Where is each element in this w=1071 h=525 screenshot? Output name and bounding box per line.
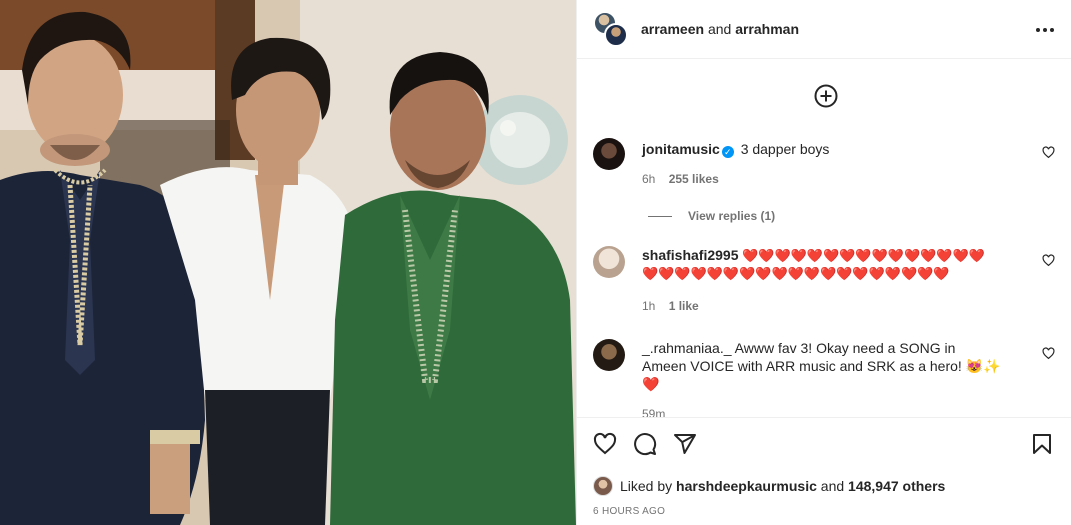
comment-text: _.rahmaniaa._ Awww fav 3! Okay need a SO… [642,339,1002,393]
comment-meta: 6h 255 likes [642,172,1053,186]
author-conjunction: and [707,21,732,37]
comment-username[interactable]: jonitamusic [642,141,720,157]
comment-time[interactable]: 1h [642,299,655,313]
post-actions: Liked by harshdeepkaurmusic and 148,947 … [577,417,1071,525]
avatar[interactable] [593,138,625,170]
like-heart-icon[interactable] [593,432,617,456]
collab-avatars[interactable] [593,11,629,47]
comment-message-line2: ❤️❤️❤️❤️❤️❤️❤️❤️❤️❤️❤️❤️❤️❤️❤️❤️❤️❤️❤️ [642,266,950,281]
verified-badge-icon: ✓ [721,146,734,158]
comment-text: shafishafi2995 ❤️❤️❤️❤️❤️❤️❤️❤️❤️❤️❤️❤️❤… [642,246,1053,283]
comment-like-heart-icon[interactable] [1042,254,1055,267]
comment-likes[interactable]: 1 like [669,299,699,313]
load-more-comments-icon[interactable] [814,84,838,108]
comment-item: shafishafi2995 ❤️❤️❤️❤️❤️❤️❤️❤️❤️❤️❤️❤️❤… [593,246,1055,313]
share-send-icon[interactable] [673,432,697,456]
avatar[interactable] [593,246,625,278]
comment-like-heart-icon[interactable] [1042,146,1055,159]
liker-avatar[interactable] [593,476,613,496]
post-header: arrameen and arrahman [577,0,1071,59]
view-replies-button[interactable]: View replies (1) [648,209,775,223]
comment-bubble-icon[interactable] [633,432,657,456]
comment-username[interactable]: _.rahmaniaa._ [642,340,732,356]
comment-meta: 1h 1 like [642,299,1053,313]
comment-message: 3 dapper boys [740,141,830,157]
post-side-panel: arrameen and arrahman jonitamusic ✓ 3 dap… [576,0,1071,525]
post-viewer: arrameen and arrahman jonitamusic ✓ 3 dap… [0,0,1071,525]
author-link-1[interactable]: arrameen [641,21,704,37]
comment-time[interactable]: 6h [642,172,655,186]
post-authors: arrameen and arrahman [641,21,799,37]
more-horizontal-icon[interactable] [1033,18,1057,42]
comment-message-line1: ❤️❤️❤️❤️❤️❤️❤️❤️❤️❤️❤️❤️❤️❤️❤️ [742,248,985,263]
comment-username[interactable]: shafishafi2995 [642,247,739,263]
avatar-arrahman[interactable] [604,23,628,47]
author-link-2[interactable]: arrahman [735,21,799,37]
avatar[interactable] [593,339,625,371]
liked-others[interactable]: 148,947 others [848,478,945,494]
view-replies-label: View replies (1) [688,209,776,223]
bookmark-icon[interactable] [1030,432,1054,456]
post-timestamp[interactable]: 6 HOURS AGO [593,506,665,517]
comment-item: jonitamusic ✓ 3 dapper boys 6h 255 likes [593,138,1055,186]
comment-like-heart-icon[interactable] [1042,347,1055,360]
liked-and: and [820,478,845,494]
liked-by-row: Liked by harshdeepkaurmusic and 148,947 … [593,476,945,496]
post-photo[interactable] [0,0,576,525]
liked-prefix: Liked by [620,478,673,494]
replies-divider [648,215,672,217]
photo-illustration [0,0,576,525]
comment-item: _.rahmaniaa._ Awww fav 3! Okay need a SO… [593,339,1055,421]
comment-text: jonitamusic ✓ 3 dapper boys [642,138,1053,158]
liked-user[interactable]: harshdeepkaurmusic [676,478,817,494]
comment-likes[interactable]: 255 likes [669,172,719,186]
